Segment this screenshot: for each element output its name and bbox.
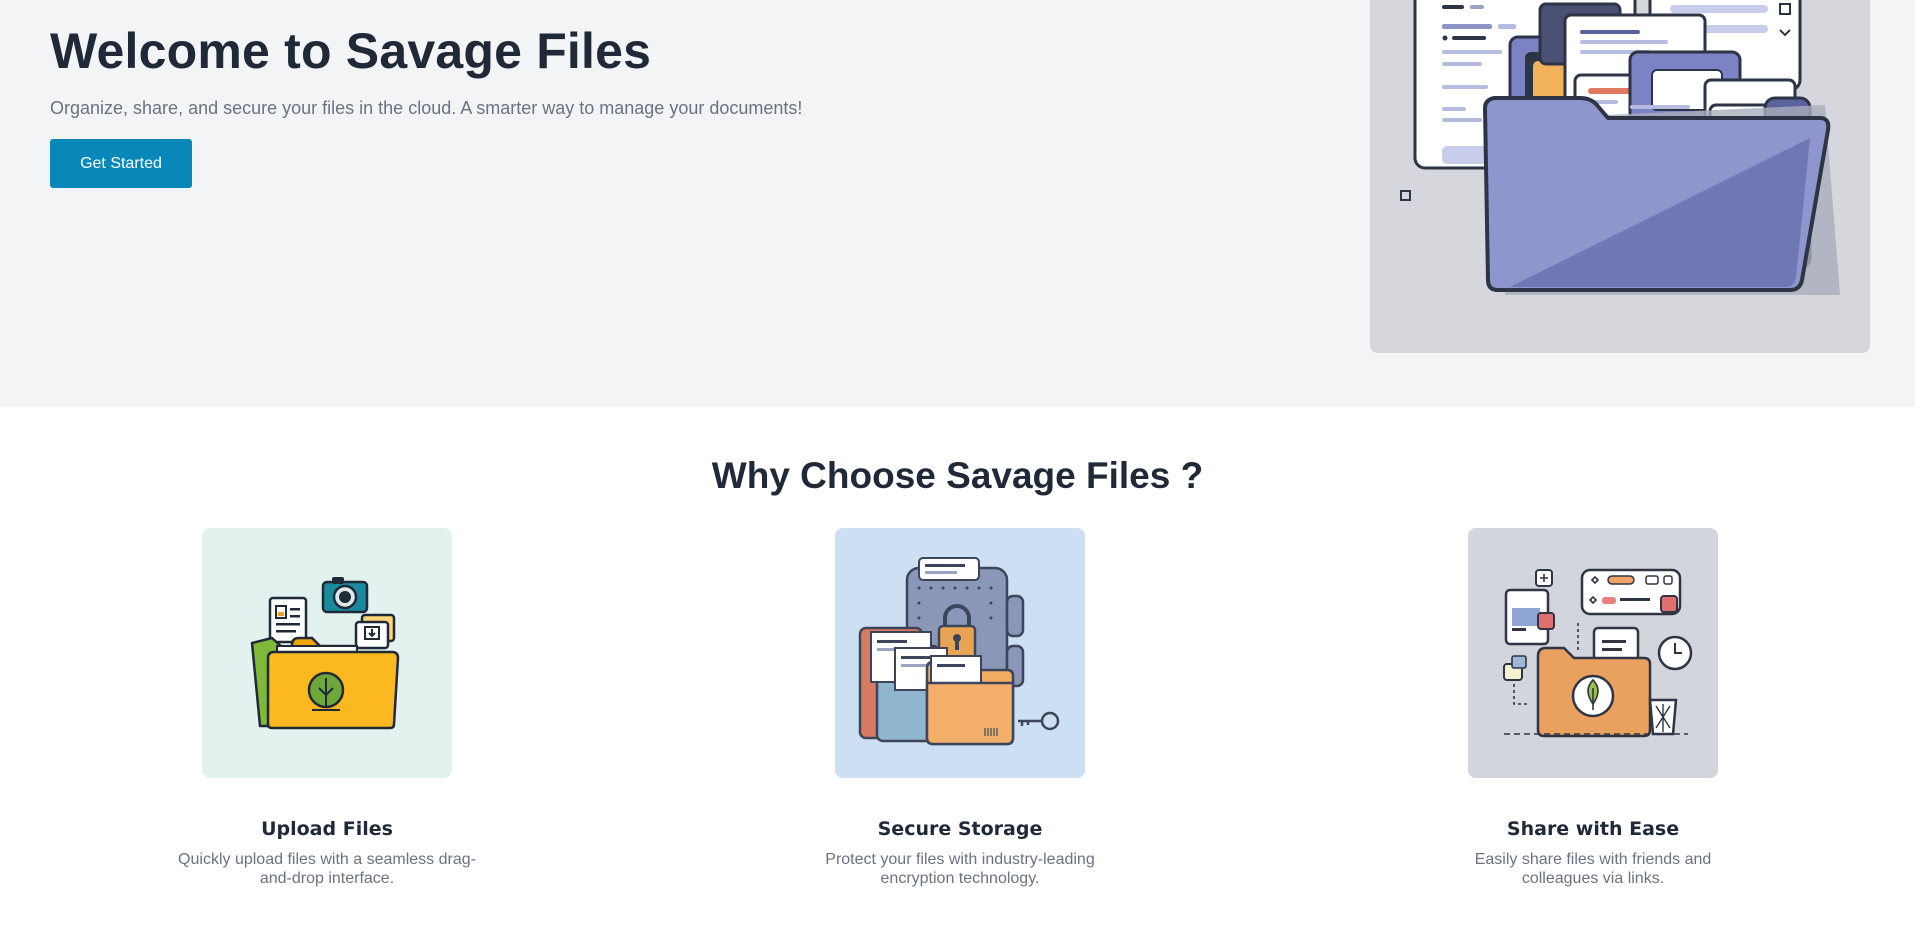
- upload-folder-illustration: [202, 528, 452, 778]
- get-started-button[interactable]: Get Started: [50, 139, 192, 188]
- feature-title-share: Share with Ease: [1506, 818, 1680, 840]
- secure-vault-illustration: [835, 528, 1085, 778]
- feature-title-secure: Secure Storage: [877, 818, 1043, 840]
- feature-desc-secure: Protect your files with industry-leading…: [825, 851, 1095, 887]
- feature-desc-share: Easily share files with friends and coll…: [1474, 851, 1712, 887]
- share-folder-illustration: [1468, 528, 1718, 778]
- hero-title: Welcome to Savage Files: [50, 23, 652, 79]
- folder-documents-illustration: [1370, 0, 1870, 353]
- feature-card-secure: Secure Storage Protect your files with i…: [800, 528, 1120, 888]
- hero-section: Welcome to Savage Files Organize, share,…: [0, 0, 1915, 407]
- feature-card-share: Share with Ease Easily share files with …: [1433, 528, 1753, 888]
- feature-title-upload: Upload Files: [261, 818, 393, 840]
- features-heading: Why Choose Savage Files ?: [711, 455, 1204, 496]
- feature-desc-upload: Quickly upload files with a seamless dra…: [178, 851, 476, 887]
- hero-subtitle: Organize, share, and secure your files i…: [50, 98, 803, 118]
- feature-card-upload: Upload Files Quickly upload files with a…: [167, 528, 487, 888]
